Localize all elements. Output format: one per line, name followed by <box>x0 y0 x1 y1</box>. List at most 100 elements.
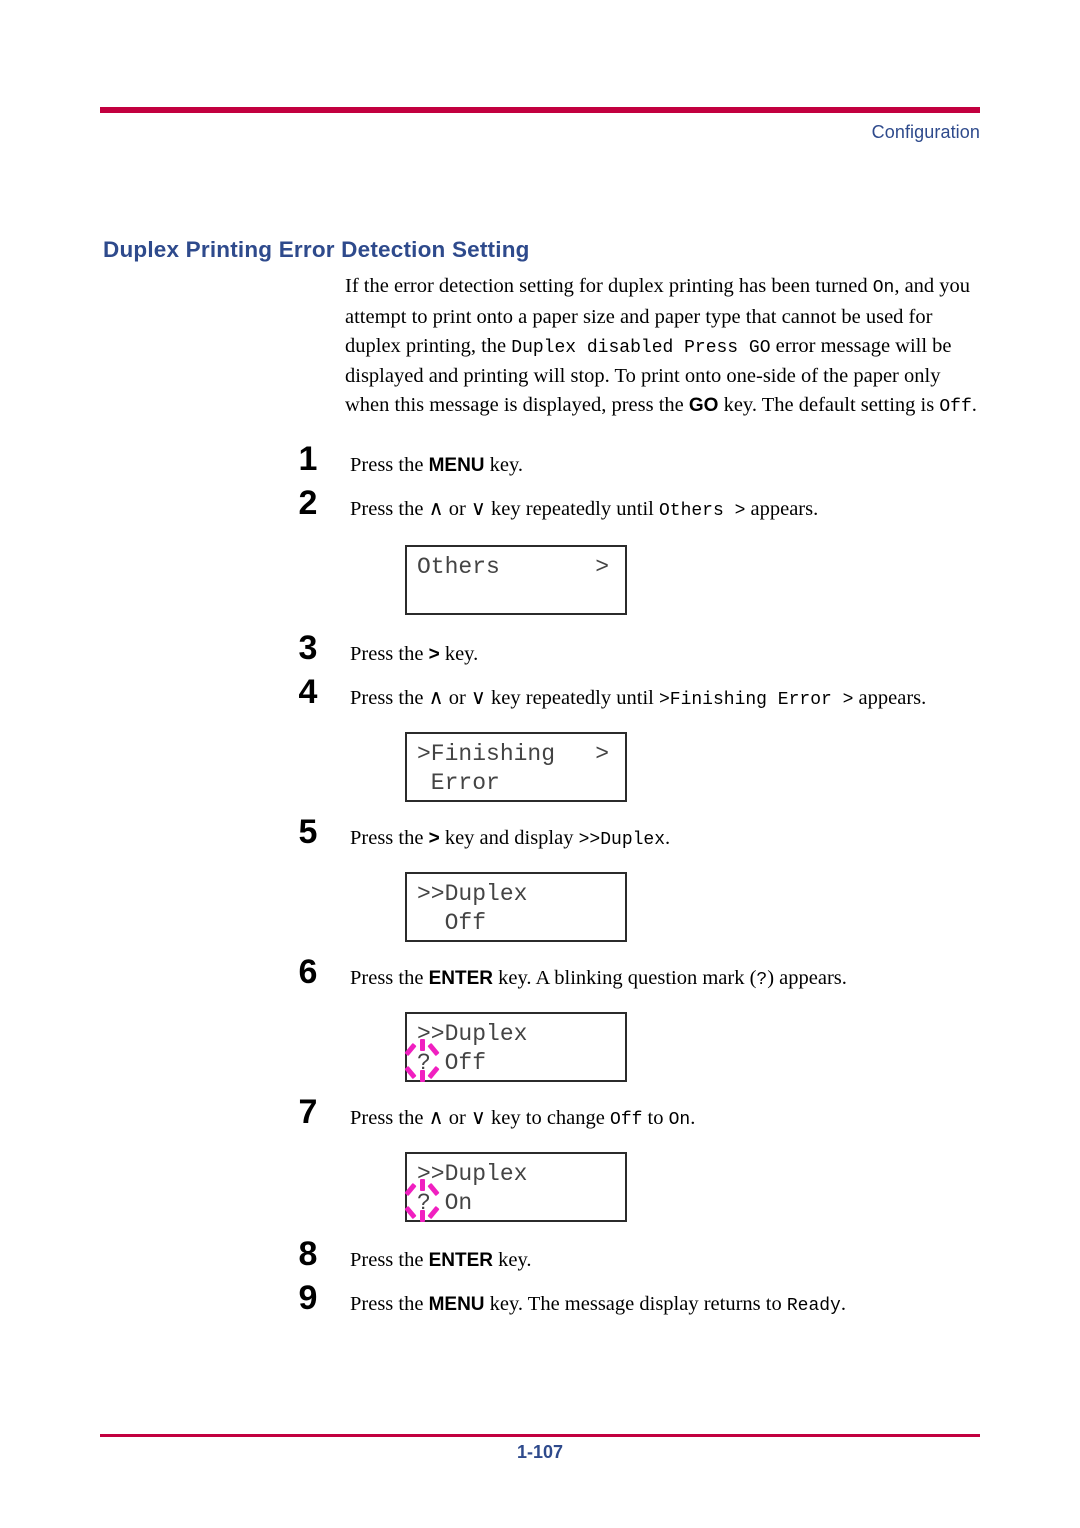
key-enter: ENTER <box>428 1249 493 1271</box>
lcd-line-1: Others > <box>417 553 615 582</box>
step-text-part: Press the <box>350 642 429 665</box>
intro-key-go: GO <box>688 395 719 417</box>
page-title: Duplex Printing Error Detection Setting <box>103 237 530 263</box>
key-right-arrow: > <box>428 643 440 665</box>
step-number: 5 <box>298 812 318 851</box>
lcd-line-2: Error <box>417 769 500 796</box>
step-text-part: Press the <box>350 826 429 849</box>
lcd-line-2: ? On <box>404 1178 615 1222</box>
blink-rays <box>404 1178 441 1222</box>
step-text: Press the ∧ or ∨ key repeatedly until >F… <box>345 684 926 714</box>
step-text-part: key. A blinking question mark ( <box>492 966 757 989</box>
intro-text-5: . <box>971 394 977 417</box>
step-6: 6 Press the ENTER key. A blinking questi… <box>299 955 985 994</box>
step-text-part: Press the <box>350 966 429 989</box>
step-2: 2 Press the ∧ or ∨ key repeatedly until … <box>299 486 985 525</box>
step-text-part: Press the ∧ or ∨ key repeatedly until <box>350 686 659 709</box>
mono-ready: Ready <box>786 1295 841 1316</box>
step-text-part: . <box>665 826 671 849</box>
step-8: 8 Press the ENTER key. <box>299 1237 985 1275</box>
step-text-part: Press the ∧ or ∨ key to change <box>350 1106 611 1129</box>
mono-question-mark: ? <box>756 969 768 990</box>
lcd-display-others: Others > <box>405 544 627 615</box>
intro-mono-error-message: Duplex disabled Press GO <box>511 337 771 358</box>
step-text-part: Press the <box>350 1248 429 1271</box>
step-text: Press the > key. <box>345 640 478 669</box>
lcd-line-1: >>Duplex <box>417 880 615 909</box>
lcd-line-1: >>Duplex <box>417 1020 615 1049</box>
step-1: 1 Press the MENU key. <box>299 442 985 480</box>
step-text-part: Press the <box>350 1292 429 1315</box>
mono-on: On <box>668 1109 691 1130</box>
key-menu: MENU <box>428 454 485 476</box>
lcd-line-1-right <box>609 880 615 909</box>
intro-text-1: If the error detection setting for duple… <box>345 275 873 297</box>
step-5: 5 Press the > key and display >>Duplex. <box>299 815 985 854</box>
step-text-part: . <box>840 1292 846 1315</box>
step-text-part: Press the ∧ or ∨ key repeatedly until <box>350 497 659 520</box>
lcd-display-finishing-error: >Finishing > Error <box>405 731 627 802</box>
step-4: 4 Press the ∧ or ∨ key repeatedly until … <box>299 675 985 714</box>
step-number: 4 <box>298 672 318 711</box>
key-menu: MENU <box>428 1293 485 1315</box>
step-number: 7 <box>298 1092 318 1131</box>
lcd-display-duplex-on-blinking: >>Duplex ? On <box>404 1151 627 1222</box>
lcd-line-2: ? Off <box>404 1038 615 1082</box>
step-text: Press the ∧ or ∨ key to change Off to On… <box>345 1104 695 1134</box>
lcd-line-1-left: Others <box>417 553 500 580</box>
step-number: 1 <box>298 439 318 478</box>
lcd-line-1-left: >>Duplex <box>417 880 528 907</box>
lcd-line-2: Off <box>417 909 487 936</box>
step-text: Press the MENU key. The message display … <box>345 1290 846 1320</box>
step-text: Press the ENTER key. <box>345 1246 532 1275</box>
step-text-part: Press the <box>350 453 429 476</box>
step-text-part: appears. <box>745 497 819 520</box>
blink-rays <box>404 1038 441 1082</box>
step-3: 3 Press the > key. <box>299 631 985 669</box>
intro-mono-off: Off <box>939 397 972 418</box>
step-text-part: ) appears. <box>767 966 847 989</box>
page-number: 1-107 <box>516 1442 564 1462</box>
lcd-line-1-right: > <box>595 740 609 767</box>
step-number: 2 <box>298 483 318 522</box>
step-9: 9 Press the MENU key. The message displa… <box>299 1281 985 1320</box>
footer-rule <box>100 1434 980 1437</box>
header-chapter-label: Configuration <box>871 122 980 142</box>
step-text-part: . <box>690 1106 696 1129</box>
step-number: 3 <box>298 628 318 667</box>
lcd-line-1: >Finishing > <box>417 740 615 769</box>
step-text-part: to <box>642 1106 669 1129</box>
lcd-line-1-left: >Finishing <box>417 740 556 767</box>
mono-others: Others > <box>658 500 746 521</box>
lcd-display-duplex-off: >>Duplex Off <box>405 871 627 942</box>
lcd-line-1-right <box>609 1160 615 1189</box>
content-column: If the error detection setting for duple… <box>299 272 985 1320</box>
header-rule <box>100 107 980 113</box>
step-text: Press the > key and display >>Duplex. <box>345 824 670 854</box>
step-text-part: key. <box>492 1248 532 1271</box>
step-number: 9 <box>298 1278 318 1317</box>
step-number: 6 <box>298 952 318 991</box>
step-text: Press the MENU key. <box>345 451 523 480</box>
lcd-line-1-right: > <box>595 553 609 580</box>
step-text-part: key and display <box>439 826 579 849</box>
key-enter: ENTER <box>428 967 493 989</box>
step-text-part: key. <box>484 453 524 476</box>
mono-duplex: >>Duplex <box>578 829 666 850</box>
step-text-part: key. The message display returns to <box>484 1292 787 1315</box>
intro-paragraph: If the error detection setting for duple… <box>345 272 985 422</box>
step-text-part: appears. <box>853 686 927 709</box>
lcd-line-1-right <box>609 1020 615 1049</box>
key-right-arrow: > <box>428 827 440 849</box>
intro-mono-on: On <box>872 278 895 298</box>
lcd-display-duplex-off-blinking: >>Duplex ? Off <box>404 1011 627 1082</box>
intro-text-4: key. The default setting is <box>718 394 940 417</box>
step-number: 8 <box>298 1234 318 1273</box>
mono-off: Off <box>610 1109 643 1130</box>
step-text: Press the ENTER key. A blinking question… <box>345 964 847 994</box>
step-text: Press the ∧ or ∨ key repeatedly until Ot… <box>345 495 818 525</box>
mono-finishing-error: >Finishing Error > <box>658 689 854 710</box>
lcd-line-1: >>Duplex <box>417 1160 615 1189</box>
step-text-part: key. <box>439 642 479 665</box>
step-7: 7 Press the ∧ or ∨ key to change Off to … <box>299 1095 985 1134</box>
